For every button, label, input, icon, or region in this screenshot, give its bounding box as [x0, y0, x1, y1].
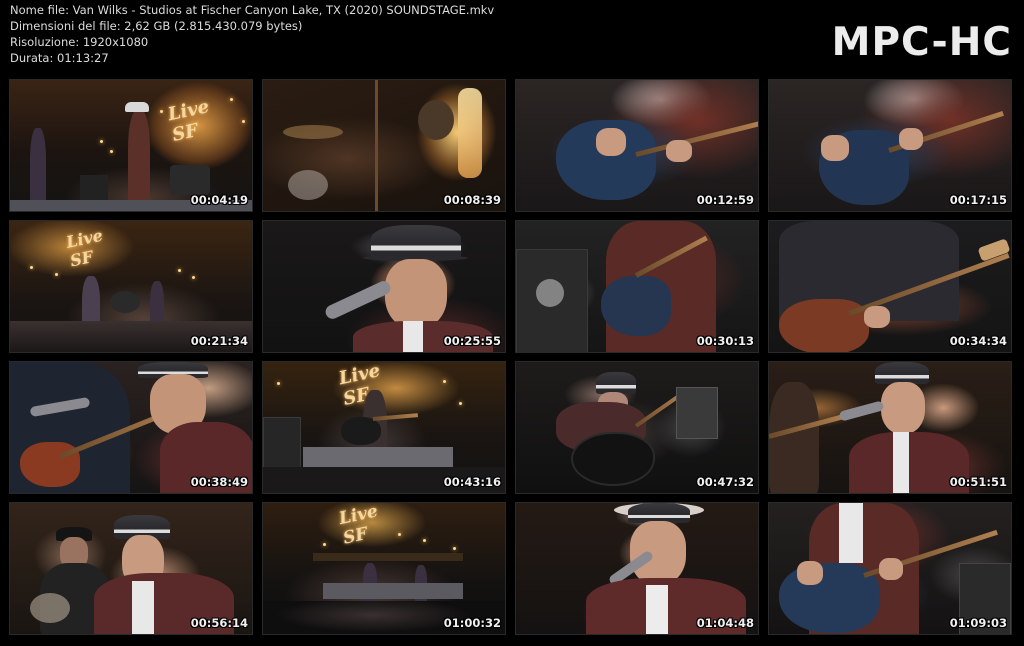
duration-label: Durata: 01:13:27: [10, 51, 109, 65]
video-frame: Live SF: [10, 80, 252, 211]
video-frame: [263, 80, 505, 211]
timestamp-label: 00:25:55: [443, 334, 501, 348]
timestamp-label: 00:17:15: [949, 193, 1007, 207]
video-frame: [769, 221, 1011, 352]
video-frame: [516, 503, 758, 634]
timestamp-label: 00:04:19: [190, 193, 248, 207]
file-info-panel: Nome file: Van Wilks - Studios at Fische…: [10, 2, 494, 66]
video-frame: [769, 362, 1011, 493]
timestamp-label: 00:34:34: [949, 334, 1007, 348]
thumbnail-grid: Live SF 00:04:19 00:08:39 00:12:59 00:17…: [9, 79, 1013, 641]
timestamp-label: 00:21:34: [190, 334, 248, 348]
video-frame: Live SF: [10, 221, 252, 352]
file-size-label: Dimensioni del file: 2,62 GB (2.815.430.…: [10, 19, 303, 33]
thumbnail-11[interactable]: 00:47:32: [515, 361, 759, 494]
timestamp-label: 00:38:49: [190, 475, 248, 489]
thumbnail-9[interactable]: 00:38:49: [9, 361, 253, 494]
video-frame: Live SF: [263, 503, 505, 634]
video-frame: Live SF: [263, 362, 505, 493]
video-frame: [769, 80, 1011, 211]
thumbnail-5[interactable]: Live SF 00:21:34: [9, 220, 253, 353]
video-frame: [10, 503, 252, 634]
video-frame: [10, 362, 252, 493]
thumbnail-16[interactable]: 01:09:03: [768, 502, 1012, 635]
thumbnail-13[interactable]: 00:56:14: [9, 502, 253, 635]
video-frame: [516, 221, 758, 352]
thumbnail-8[interactable]: 00:34:34: [768, 220, 1012, 353]
timestamp-label: 00:43:16: [443, 475, 501, 489]
thumbnail-3[interactable]: 00:12:59: [515, 79, 759, 212]
timestamp-label: 01:04:48: [696, 616, 754, 630]
thumbnail-10[interactable]: Live SF 00:43:16: [262, 361, 506, 494]
video-frame: [263, 221, 505, 352]
mpc-hc-logo: MPC-HC: [831, 20, 1012, 65]
thumbnail-6[interactable]: 00:25:55: [262, 220, 506, 353]
video-frame: [516, 362, 758, 493]
timestamp-label: 00:56:14: [190, 616, 248, 630]
timestamp-label: 00:30:13: [696, 334, 754, 348]
video-frame: [516, 80, 758, 211]
resolution-label: Risoluzione: 1920x1080: [10, 35, 149, 49]
timestamp-label: 01:00:32: [443, 616, 501, 630]
timestamp-label: 01:09:03: [949, 616, 1007, 630]
timestamp-label: 00:47:32: [696, 475, 754, 489]
thumbnail-2[interactable]: 00:08:39: [262, 79, 506, 212]
thumbnail-1[interactable]: Live SF 00:04:19: [9, 79, 253, 212]
thumbnail-15[interactable]: 01:04:48: [515, 502, 759, 635]
timestamp-label: 00:12:59: [696, 193, 754, 207]
thumbnail-14[interactable]: Live SF 01:00:32: [262, 502, 506, 635]
timestamp-label: 00:08:39: [443, 193, 501, 207]
thumbnail-12[interactable]: 00:51:51: [768, 361, 1012, 494]
video-frame: [769, 503, 1011, 634]
timestamp-label: 00:51:51: [949, 475, 1007, 489]
thumbnail-4[interactable]: 00:17:15: [768, 79, 1012, 212]
file-name-label: Nome file: Van Wilks - Studios at Fische…: [10, 3, 495, 17]
thumbnail-7[interactable]: 00:30:13: [515, 220, 759, 353]
